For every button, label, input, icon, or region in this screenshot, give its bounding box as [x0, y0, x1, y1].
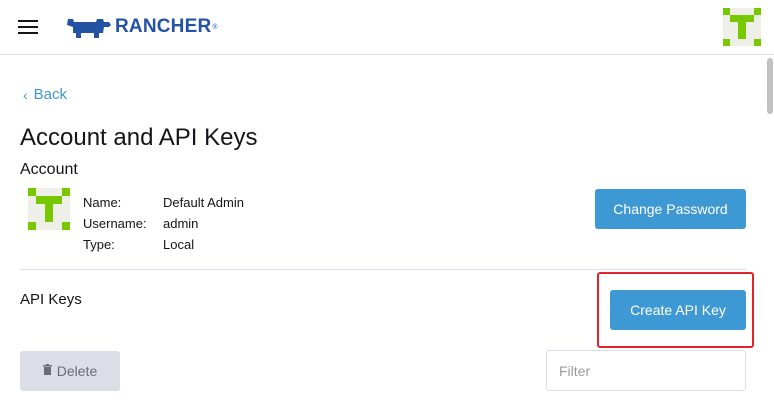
brand-name: RANCHER [115, 16, 212, 37]
brand-registered-mark: ® [212, 23, 218, 31]
page-scrollbar[interactable] [766, 58, 774, 400]
rancher-logo-icon [67, 19, 111, 38]
account-section-title: Account [20, 161, 78, 178]
name-value: Default Admin [163, 195, 244, 210]
name-label: Name: [83, 195, 122, 210]
user-avatar-icon[interactable] [723, 8, 761, 46]
account-type-row: Type: Local [83, 234, 244, 255]
rancher-logo[interactable]: RANCHER ® [66, 14, 218, 40]
section-divider [20, 269, 746, 270]
back-label: Back [33, 86, 68, 103]
back-link[interactable]: ‹ Back [23, 86, 67, 103]
hamburger-menu-icon[interactable] [18, 19, 38, 35]
account-info: Name: Default Admin Username: admin Type… [83, 192, 244, 255]
page-title: Account and API Keys [20, 124, 258, 151]
filter-input[interactable] [546, 350, 746, 391]
delete-label: Delete [56, 363, 98, 379]
scrollbar-thumb[interactable] [767, 58, 773, 114]
account-name-row: Name: Default Admin [83, 192, 244, 213]
type-value: Local [163, 237, 195, 252]
chevron-left-icon: ‹ [23, 86, 28, 103]
change-password-button[interactable]: Change Password [595, 189, 746, 229]
delete-button[interactable]: Delete [20, 351, 120, 391]
account-username-row: Username: admin [83, 213, 244, 234]
api-keys-section-title: API Keys [20, 291, 82, 308]
username-label: Username: [83, 216, 147, 231]
username-value: admin [163, 216, 199, 231]
trash-icon [42, 364, 52, 378]
account-avatar-icon [28, 188, 70, 230]
type-label: Type: [83, 237, 115, 252]
top-header: RANCHER ® [0, 0, 774, 55]
create-api-key-button[interactable]: Create API Key [610, 290, 746, 330]
